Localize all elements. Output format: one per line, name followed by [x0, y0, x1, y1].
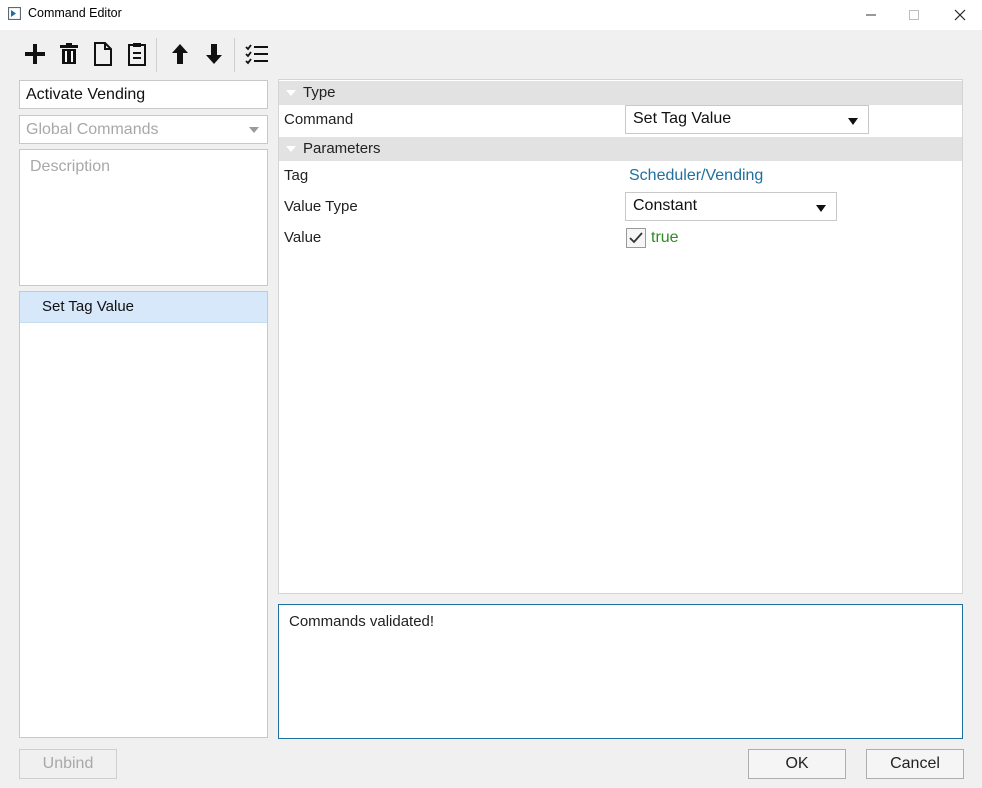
move-up-icon[interactable] — [166, 40, 194, 68]
scope-placeholder: Global Commands — [26, 121, 159, 138]
chevron-down-icon — [848, 118, 858, 125]
category-label: Type — [303, 84, 336, 101]
tag-link[interactable]: Scheduler/Vending — [629, 167, 763, 185]
validation-output[interactable]: Commands validated! — [278, 604, 963, 739]
app-icon — [7, 6, 22, 21]
tag-label: Tag — [284, 167, 309, 184]
title-bar: Command Editor — [0, 0, 982, 30]
value-checkbox[interactable] — [626, 228, 646, 248]
validation-message: Commands validated! — [289, 613, 435, 630]
scope-dropdown[interactable]: Global Commands — [19, 115, 268, 144]
list-item-label: Set Tag Value — [42, 298, 135, 315]
category-label: Parameters — [303, 140, 381, 157]
description-placeholder: Description — [30, 158, 111, 175]
validate-list-icon[interactable] — [243, 40, 271, 68]
collapse-triangle-icon[interactable] — [286, 90, 296, 96]
command-label: Command — [284, 111, 354, 128]
collapse-triangle-icon[interactable] — [286, 146, 296, 152]
value-type-label: Value Type — [284, 198, 358, 215]
command-name-input[interactable]: Activate Vending — [19, 80, 268, 109]
toolbar-separator — [156, 38, 157, 72]
minimize-icon[interactable] — [848, 0, 894, 30]
value-text: true — [651, 229, 679, 246]
cancel-button[interactable]: Cancel — [866, 749, 964, 779]
delete-icon[interactable] — [55, 40, 83, 68]
ok-button[interactable]: OK — [748, 749, 846, 779]
command-list[interactable]: Set Tag Value — [19, 291, 268, 738]
property-grid: Type Command Set Tag Value Parameters Ta… — [278, 79, 963, 594]
value-type-dropdown-value: Constant — [633, 197, 698, 214]
description-textarea[interactable]: Description — [19, 149, 268, 286]
command-dropdown[interactable]: Set Tag Value — [625, 105, 869, 134]
unbind-button[interactable]: Unbind — [19, 749, 117, 779]
add-icon[interactable] — [21, 40, 49, 68]
command-dropdown-value: Set Tag Value — [633, 110, 732, 127]
chevron-down-icon — [816, 205, 826, 212]
paste-icon[interactable] — [123, 40, 151, 68]
value-label: Value — [284, 229, 322, 246]
toolbar-separator — [234, 38, 235, 72]
maximize-icon[interactable] — [891, 0, 937, 30]
close-icon[interactable] — [937, 0, 982, 30]
checkmark-icon — [629, 232, 643, 244]
copy-icon[interactable] — [89, 40, 117, 68]
category-type[interactable]: Type — [279, 81, 962, 105]
move-down-icon[interactable] — [200, 40, 228, 68]
chevron-down-icon — [249, 127, 259, 133]
value-type-dropdown[interactable]: Constant — [625, 192, 837, 221]
window-title: Command Editor — [28, 6, 122, 20]
list-item[interactable]: Set Tag Value — [20, 292, 267, 323]
toolbar — [0, 30, 982, 78]
category-parameters[interactable]: Parameters — [279, 137, 962, 161]
